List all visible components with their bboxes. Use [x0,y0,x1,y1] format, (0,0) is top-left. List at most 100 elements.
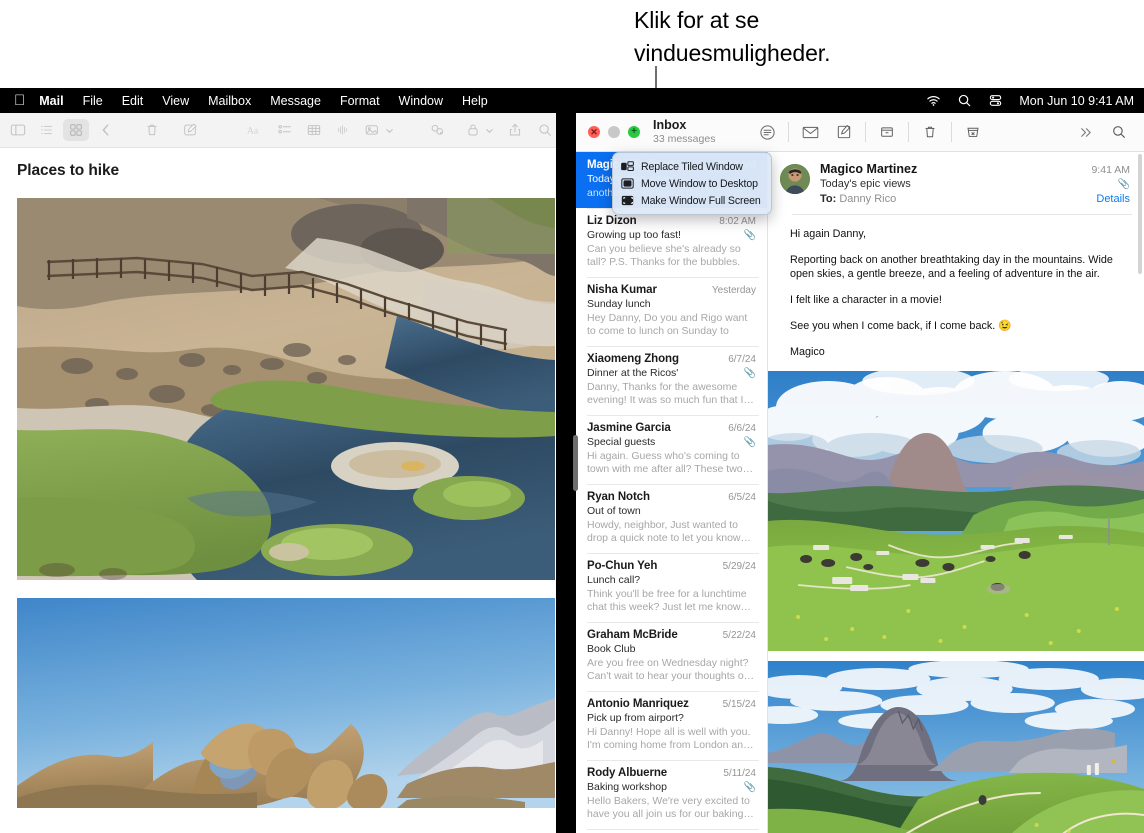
menu-item-help[interactable]: Help [462,94,488,108]
menu-item-mailbox[interactable]: Mailbox [208,94,251,108]
gallery-view-icon[interactable] [63,119,89,141]
message-sender: Po-Chun Yeh [587,560,657,572]
message-list-item[interactable]: Nisha Kumar Yesterday Sunday lunch Hey D… [576,277,767,346]
mail-window[interactable]: ✕ + Inbox 33 messages [576,113,1144,833]
menu-item-mail[interactable]: Mail [39,94,63,108]
menu-item-view[interactable]: View [162,94,189,108]
menu-item-edit[interactable]: Edit [122,94,144,108]
menu-item-format[interactable]: Format [340,94,380,108]
attachment-icon: 📎 [1118,179,1130,190]
audio-icon[interactable] [332,119,354,141]
junk-icon[interactable] [956,120,990,144]
message-date: Yesterday [712,285,756,296]
mailbox-title: Inbox [653,119,715,133]
message-preview: Hi Danny! Hope all is well with you. I'm… [587,726,756,752]
svg-text:Aa: Aa [246,125,258,136]
filter-icon[interactable] [750,120,784,144]
window-options-menu[interactable]: Replace Tiled Window Move Window to Desk… [612,152,772,215]
delete-icon[interactable] [913,120,947,144]
apple-logo-icon[interactable]:  [14,93,25,108]
details-link[interactable]: Details [1096,193,1130,205]
menu-item-window[interactable]: Window [399,94,443,108]
link-icon[interactable] [427,119,449,141]
sidebar-icon[interactable] [7,119,29,141]
media-chevron-down-icon[interactable] [384,119,395,141]
menu-item-make-window-full-screen[interactable]: Make Window Full Screen [613,192,771,209]
message-subject: Special guests [587,436,655,448]
new-message-icon[interactable] [793,120,827,144]
message-preview: Hello Bakers, We're very excited to have… [587,795,756,821]
message-subject: Growing up too fast! [587,229,681,241]
message-subject: Lunch call? [587,574,640,586]
compose-icon[interactable] [827,120,861,144]
message-list-item[interactable]: Liz Dizon 8:02 AM Growing up too fast! 📎… [576,208,767,277]
message-sender: Xiaomeng Zhong [587,353,679,365]
menu-item-message[interactable]: Message [270,94,321,108]
message-preview: Think you'll be free for a lunchtime cha… [587,588,756,614]
menu-item-replace-tiled-window[interactable]: Replace Tiled Window [613,158,771,175]
message-list-item[interactable]: Po-Chun Yeh 5/29/24 Lunch call? Think yo… [576,553,767,622]
move-window-to-desktop-icon [621,177,634,190]
message-list[interactable]: Magico Martinez 9:41 AM Today's epic vie… [576,152,768,833]
menu-item-label: Make Window Full Screen [641,195,761,207]
spotlight-search-icon[interactable] [957,93,972,108]
message-date: 5/22/24 [723,630,756,641]
message-sender: Graham McBride [587,629,678,641]
share-icon[interactable] [504,119,526,141]
list-view-icon[interactable] [36,119,58,141]
menu-item-label: Move Window to Desktop [641,178,758,190]
message-list-item[interactable]: Xiaomeng Zhong 6/7/24 Dinner at the Rico… [576,346,767,415]
to-label: To: [820,193,836,205]
archive-icon[interactable] [870,120,904,144]
reading-pane[interactable]: Magico Martinez 9:41 AM Today's epic vie… [768,152,1144,833]
dolomites-ridge-photo[interactable] [768,661,1144,833]
format-text-icon[interactable]: Aa [244,119,266,141]
message-date: 8:02 AM [719,216,756,227]
media-icon[interactable] [362,119,384,141]
lock-icon[interactable] [462,119,484,141]
message-sender-name: Magico Martinez [820,162,917,176]
back-icon[interactable] [95,119,117,141]
message-sender: Antonio Manriquez [587,698,689,710]
table-icon[interactable] [303,119,325,141]
replace-tiled-window-icon [621,160,634,173]
compose-note-icon[interactable] [179,119,201,141]
menu-item-move-window-to-desktop[interactable]: Move Window to Desktop [613,175,771,192]
dolomites-meadow-photo[interactable] [768,371,1144,651]
lock-chevron-down-icon[interactable] [484,119,495,141]
notes-scrollbar-thumb[interactable] [573,435,578,491]
control-center-icon[interactable] [988,93,1003,108]
hot-creek-river-photo[interactable] [17,198,555,580]
message-list-item[interactable]: Fleur Lasseur 5/10/24 Soccer jerseys Are… [576,829,767,833]
minimize-window-button[interactable] [608,126,620,138]
message-sender: Rody Albuerne [587,767,667,779]
reading-pane-scrollbar-thumb[interactable] [1138,154,1142,274]
message-list-item[interactable]: Graham McBride 5/22/24 Book Club Are you… [576,622,767,691]
search-icon[interactable] [534,119,556,141]
message-list-item[interactable]: Rody Albuerne 5/11/24 Baking workshop 📎 … [576,760,767,829]
notes-toolbar: Aa [0,113,556,148]
menu-bar-clock[interactable]: Mon Jun 10 9:41 AM [1019,94,1134,108]
message-list-item[interactable]: Ryan Notch 6/5/24 Out of town Howdy, nei… [576,484,767,553]
trash-icon[interactable] [141,119,163,141]
mail-toolbar-icons [750,120,1144,144]
notes-window[interactable]: Aa [0,113,556,833]
message-sender: Ryan Notch [587,491,650,503]
wifi-icon[interactable] [926,93,941,108]
close-window-button[interactable]: ✕ [588,126,600,138]
message-preview: Howdy, neighbor, Just wanted to drop a q… [587,519,756,545]
message-list-item[interactable]: Jasmine Garcia 6/6/24 Special guests 📎 H… [576,415,767,484]
message-date: 6/7/24 [728,354,756,365]
callout-line-1: Klik for at se [634,4,1104,37]
message-subject-line: Today's epic views [820,178,911,190]
zoom-window-button[interactable]: + [628,126,640,138]
message-subject: Pick up from airport? [587,712,684,724]
mobius-arch-photo[interactable] [17,598,555,808]
menu-item-file[interactable]: File [83,94,103,108]
to-value: Danny Rico [839,193,896,205]
message-subject: Dinner at the Ricos' [587,367,678,379]
search-icon[interactable] [1102,120,1136,144]
message-list-item[interactable]: Antonio Manriquez 5/15/24 Pick up from a… [576,691,767,760]
checklist-icon[interactable] [274,119,296,141]
more-toolbar-icon[interactable] [1068,120,1102,144]
